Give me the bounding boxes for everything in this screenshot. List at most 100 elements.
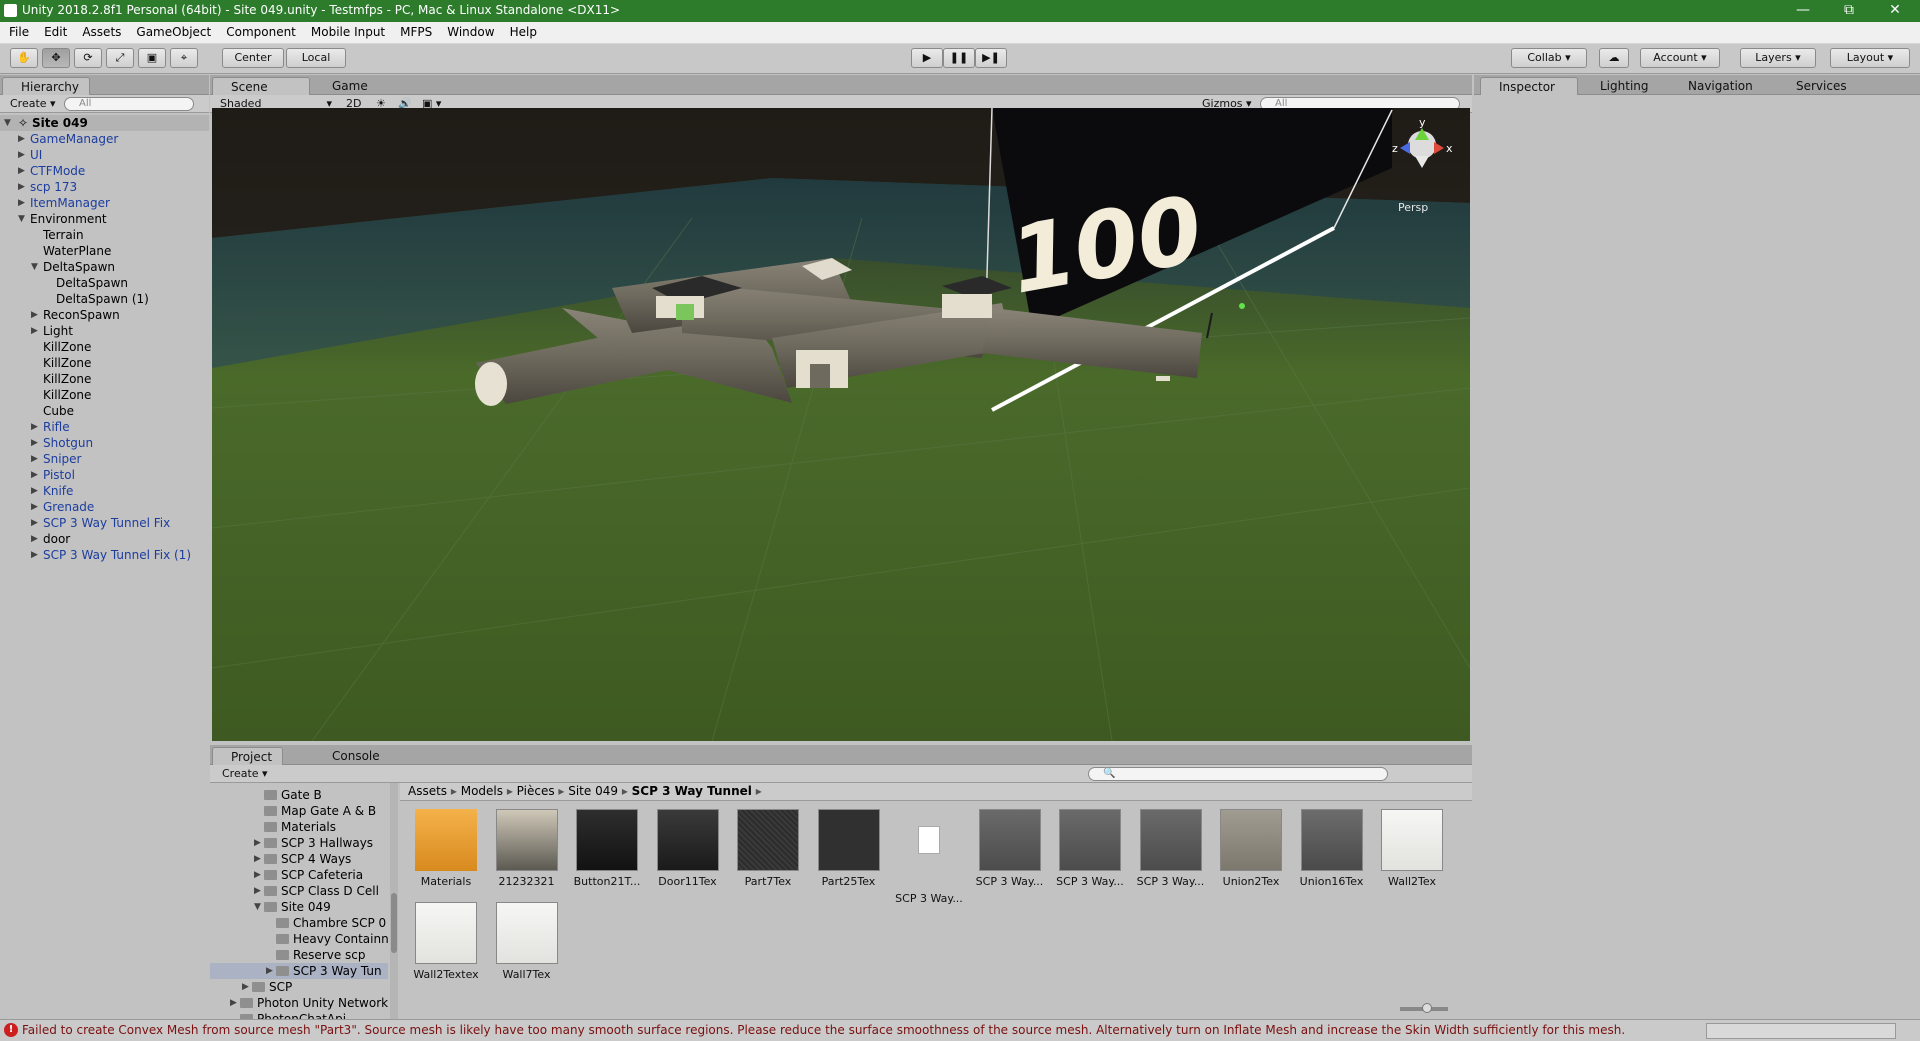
expand-arrow-icon[interactable]: ▶ xyxy=(31,547,38,563)
asset-item[interactable]: 21232321 xyxy=(491,809,563,888)
expand-arrow-icon[interactable]: ▼ xyxy=(4,115,11,131)
hierarchy-item[interactable]: DeltaSpawn xyxy=(0,275,209,291)
asset-item[interactable]: SCP 3 Way... xyxy=(1054,809,1126,888)
menu-assets[interactable]: Assets xyxy=(73,22,127,39)
collapse-arrow-icon[interactable]: ▼ xyxy=(254,899,261,915)
expand-arrow-icon[interactable]: ▶ xyxy=(31,531,38,547)
project-tree-item[interactable]: ▼ Site 049 xyxy=(210,899,388,915)
rotate-tool-icon[interactable]: ⟳ xyxy=(74,48,102,68)
hierarchy-item[interactable]: ▶ Light xyxy=(0,323,209,339)
status-bar[interactable]: ! Failed to create Convex Mesh from sour… xyxy=(0,1019,1920,1041)
maximize-button[interactable]: ⧉ xyxy=(1826,0,1872,22)
menu-mfps[interactable]: MFPS xyxy=(391,22,438,39)
asset-item[interactable]: SCP 3 Way... xyxy=(974,809,1046,888)
project-tree-item[interactable]: Gate B xyxy=(210,787,388,803)
expand-arrow-icon[interactable]: ▶ xyxy=(266,963,273,979)
expand-arrow-icon[interactable]: ▶ xyxy=(18,147,25,163)
tree-scrollbar-thumb[interactable] xyxy=(391,893,397,953)
expand-arrow-icon[interactable]: ▶ xyxy=(31,515,38,531)
expand-arrow-icon[interactable]: ▶ xyxy=(31,435,38,451)
project-create-dropdown[interactable]: Create ▾ xyxy=(216,766,274,781)
expand-arrow-icon[interactable]: ▶ xyxy=(31,419,38,435)
hierarchy-item[interactable]: ▶ door xyxy=(0,531,209,547)
expand-arrow-icon[interactable]: ▶ xyxy=(18,179,25,195)
expand-arrow-icon[interactable]: ▶ xyxy=(31,451,38,467)
tab-hierarchy[interactable]: Hierarchy xyxy=(2,77,91,95)
menu-file[interactable]: File xyxy=(0,22,35,39)
project-tree-item[interactable]: ▶ SCP 3 Way Tun xyxy=(210,963,388,979)
hierarchy-item[interactable]: WaterPlane xyxy=(0,243,209,259)
asset-item[interactable]: Part25Tex xyxy=(813,809,885,888)
breadcrumb-item[interactable]: Assets xyxy=(408,784,447,798)
hierarchy-item[interactable]: KillZone xyxy=(0,355,209,371)
account-dropdown[interactable]: Account ▾ xyxy=(1640,48,1720,68)
move-tool-icon[interactable]: ✥ xyxy=(42,48,70,68)
hierarchy-search-input[interactable]: All xyxy=(64,97,194,111)
hierarchy-item[interactable]: Terrain xyxy=(0,227,209,243)
collapse-arrow-icon[interactable]: ▼ xyxy=(18,211,25,227)
breadcrumb-item[interactable]: SCP 3 Way Tunnel xyxy=(632,784,752,798)
expand-arrow-icon[interactable]: ▶ xyxy=(254,835,261,851)
layout-dropdown[interactable]: Layout ▾ xyxy=(1830,48,1910,68)
project-tree-item[interactable]: ▶ Photon Unity Networkin xyxy=(210,995,388,1011)
expand-arrow-icon[interactable]: ▶ xyxy=(254,883,261,899)
tab-services[interactable]: Services xyxy=(1778,77,1857,95)
project-tree-item[interactable]: Chambre SCP 0 xyxy=(210,915,388,931)
hierarchy-item[interactable]: ▶ Grenade xyxy=(0,499,209,515)
collapse-arrow-icon[interactable]: ▼ xyxy=(31,259,38,275)
hierarchy-create-dropdown[interactable]: Create ▾ xyxy=(4,96,62,111)
tab-inspector[interactable]: Inspector xyxy=(1480,77,1578,95)
pivot-center-button[interactable]: Center xyxy=(222,48,284,68)
project-tree-item[interactable]: Map Gate A & B xyxy=(210,803,388,819)
project-tree-item[interactable]: ▶ SCP 3 Hallways xyxy=(210,835,388,851)
breadcrumb-item[interactable]: Models xyxy=(461,784,503,798)
cloud-icon[interactable]: ☁ xyxy=(1599,48,1629,68)
tab-lighting[interactable]: Lighting xyxy=(1582,77,1659,95)
hierarchy-item[interactable]: ▶ scp 173 xyxy=(0,179,209,195)
expand-arrow-icon[interactable]: ▶ xyxy=(31,307,38,323)
pause-button[interactable]: ❚❚ xyxy=(943,48,975,68)
scene-viewport[interactable]: 100 y z x Persp xyxy=(212,108,1470,741)
hierarchy-item[interactable]: KillZone xyxy=(0,371,209,387)
expand-arrow-icon[interactable]: ▶ xyxy=(254,867,261,883)
asset-item[interactable]: Union2Tex xyxy=(1215,809,1287,888)
hierarchy-item[interactable]: ▶ SCP 3 Way Tunnel Fix (1) xyxy=(0,547,209,563)
asset-item[interactable]: Door11Tex xyxy=(652,809,724,888)
expand-arrow-icon[interactable]: ▶ xyxy=(254,851,261,867)
asset-item[interactable]: SCP 3 Way... xyxy=(1135,809,1207,888)
projection-label[interactable]: Persp xyxy=(1398,201,1428,214)
project-tree-item[interactable]: Heavy Containn xyxy=(210,931,388,947)
hierarchy-item[interactable]: ▶ Knife xyxy=(0,483,209,499)
asset-item[interactable]: Part7Tex xyxy=(732,809,804,888)
tab-console[interactable]: Console xyxy=(314,747,390,765)
hierarchy-item[interactable]: ▼ Environment xyxy=(0,211,209,227)
expand-arrow-icon[interactable]: ▶ xyxy=(31,499,38,515)
project-tree-item[interactable]: ▶ SCP xyxy=(210,979,388,995)
menu-mobile-input[interactable]: Mobile Input xyxy=(302,22,391,39)
hierarchy-item[interactable]: Cube xyxy=(0,403,209,419)
tab-project[interactable]: Project xyxy=(212,747,284,765)
project-tree-item[interactable]: PhotonChatApi xyxy=(210,1011,388,1019)
hierarchy-item[interactable]: ▶ ReconSpawn xyxy=(0,307,209,323)
asset-item[interactable]: Union16Tex xyxy=(1296,809,1368,888)
menu-component[interactable]: Component xyxy=(217,22,302,39)
asset-item[interactable]: Materials xyxy=(410,809,482,888)
expand-arrow-icon[interactable]: ▶ xyxy=(18,163,25,179)
tab-game[interactable]: Game xyxy=(314,77,378,95)
menu-window[interactable]: Window xyxy=(438,22,500,39)
expand-arrow-icon[interactable]: ▶ xyxy=(230,995,237,1011)
hierarchy-item[interactable]: ▶ UI xyxy=(0,147,209,163)
expand-arrow-icon[interactable]: ▶ xyxy=(242,979,249,995)
tree-scrollbar[interactable] xyxy=(390,783,398,1019)
hierarchy-item[interactable]: ▶ Pistol xyxy=(0,467,209,483)
expand-arrow-icon[interactable]: ▶ xyxy=(31,467,38,483)
asset-item[interactable]: Button21T... xyxy=(571,809,643,888)
close-button[interactable]: ✕ xyxy=(1872,0,1918,22)
rect-tool-icon[interactable]: ▣ xyxy=(138,48,166,68)
pivot-local-button[interactable]: Local xyxy=(286,48,346,68)
hierarchy-item[interactable]: ▶ Rifle xyxy=(0,419,209,435)
hierarchy-item[interactable]: KillZone xyxy=(0,387,209,403)
asset-item[interactable]: Wall7Tex xyxy=(491,902,563,981)
asset-item[interactable]: Wall2Tex xyxy=(1376,809,1448,888)
menu-edit[interactable]: Edit xyxy=(35,22,73,39)
